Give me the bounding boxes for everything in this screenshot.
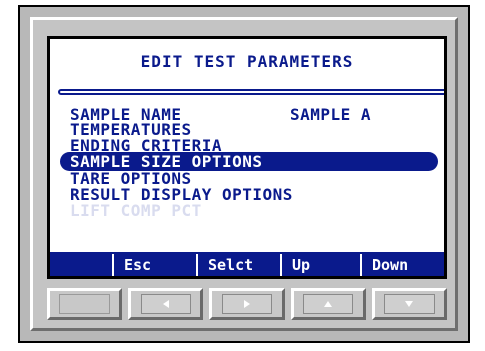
arrow-left-icon [162, 300, 169, 308]
screen-header: EDIT TEST PARAMETERS [50, 39, 444, 83]
softkey-esc[interactable]: Esc [112, 254, 196, 276]
softkey-up[interactable]: Up [280, 254, 360, 276]
right-key[interactable] [209, 288, 285, 320]
up-key-face [302, 294, 354, 314]
instrument-panel: EDIT TEST PARAMETERS SAMPLE NAME SAMPLE … [18, 5, 470, 343]
lcd-screen: EDIT TEST PARAMETERS SAMPLE NAME SAMPLE … [47, 36, 447, 279]
title-divider [58, 89, 444, 95]
softkey-blank [50, 254, 112, 276]
softkey-down[interactable]: Down [360, 254, 444, 276]
panel-bezel: EDIT TEST PARAMETERS SAMPLE NAME SAMPLE … [30, 17, 458, 331]
up-key[interactable] [290, 288, 366, 320]
arrow-up-icon [324, 301, 333, 307]
screen-title: EDIT TEST PARAMETERS [140, 51, 354, 71]
arrow-right-icon [244, 300, 250, 308]
blank-key-face [59, 294, 110, 314]
softkey-select[interactable]: Selct [196, 254, 280, 276]
menu-item-label: LIFT COMP PCT [70, 201, 202, 220]
left-key-face [140, 294, 192, 314]
softkey-bar: Esc Selct Up Down [50, 252, 444, 276]
arrow-down-icon [405, 301, 414, 307]
blank-key[interactable] [47, 288, 123, 320]
left-key[interactable] [128, 288, 204, 320]
right-key-face [221, 294, 273, 314]
hardware-keypad [47, 288, 448, 320]
menu-item-lift-comp-pct: LIFT COMP PCT [60, 201, 438, 220]
down-key[interactable] [371, 288, 448, 320]
down-key-face [384, 294, 435, 314]
